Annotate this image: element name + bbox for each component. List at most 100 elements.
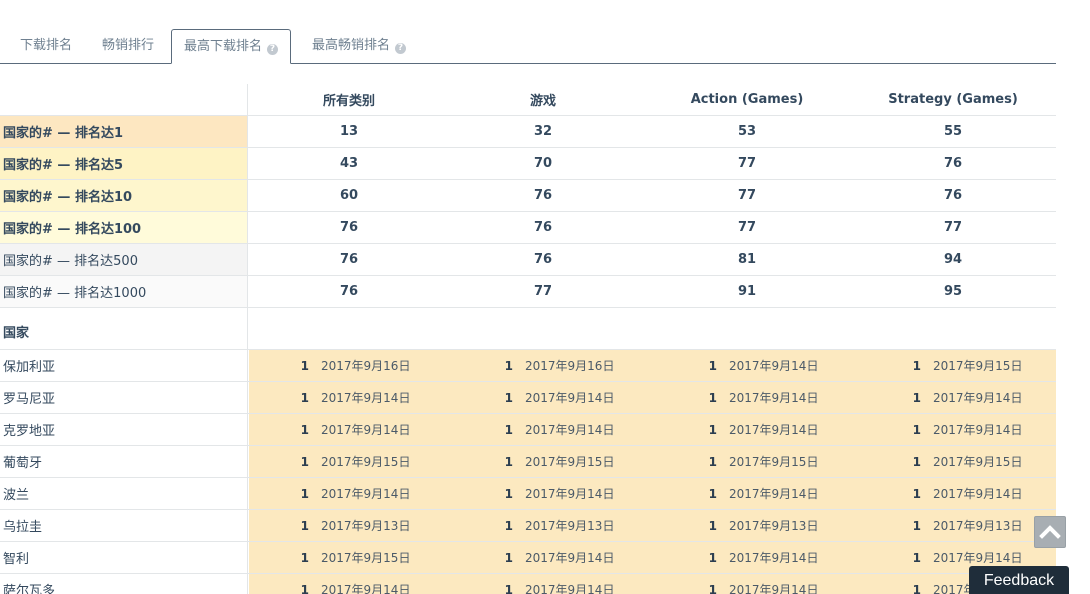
table-row: 智利 1 2017年9月15日 1 2017年9月14日 1 2017年9月14日 1 2017… — [0, 542, 1056, 574]
rank-date: 2017年9月14日 — [525, 487, 615, 501]
help-circle-icon[interactable]: ? — [267, 44, 279, 55]
tab-label: 最高畅销排名 — [312, 38, 391, 53]
rank-date: 2017年9月14日 — [525, 551, 615, 565]
rank-date: 2017年9月15日 — [525, 455, 615, 469]
section-label: 国家 — [0, 308, 248, 349]
summary-value: 76 — [943, 156, 963, 171]
feedback-button[interactable]: Feedback — [969, 566, 1069, 594]
summary-value: 76 — [339, 252, 359, 267]
summary-value: 53 — [737, 124, 757, 139]
rank-cells: 1 2017年9月13日 1 2017年9月13日 1 2017年9月13日 1 2017年9… — [249, 510, 1056, 541]
scroll-to-top-button[interactable] — [1034, 516, 1066, 548]
table-row: 保加利亚 1 2017年9月16日 1 2017年9月16日 1 2017年9月14日 1 20… — [0, 350, 1056, 382]
rank-number: 1 — [708, 486, 717, 501]
tab-downloads-rank[interactable]: 下载排名 — [20, 29, 72, 63]
rank-date: 2017年9月14日 — [321, 487, 411, 501]
rank-cell: 1 2017年9月14日 — [705, 478, 819, 509]
column-header-games[interactable]: 游戏 — [443, 84, 643, 115]
summary-value: 76 — [533, 188, 553, 203]
rank-cell: 1 2017年9月14日 — [705, 382, 819, 413]
rank-number: 1 — [504, 358, 513, 373]
summary-value: 32 — [533, 124, 553, 139]
summary-row-rank-500: 国家的# — 排名达500 76 76 81 94 — [0, 244, 1056, 276]
summary-row-rank-10: 国家的# — 排名达10 60 76 77 76 — [0, 180, 1056, 212]
rank-date: 2017年9月14日 — [729, 487, 819, 501]
rank-number: 1 — [912, 454, 921, 469]
rank-date: 2017年9月13日 — [321, 519, 411, 533]
table-row: 波兰 1 2017年9月14日 1 2017年9月14日 1 2017年9月14日 1 2017… — [0, 478, 1056, 510]
summary-value: 76 — [339, 284, 359, 299]
rank-number: 1 — [504, 486, 513, 501]
rank-cells: 1 2017年9月16日 1 2017年9月16日 1 2017年9月14日 1 2017年9… — [249, 350, 1056, 381]
rank-number: 1 — [504, 582, 513, 594]
rank-date: 2017年9月13日 — [729, 519, 819, 533]
column-header-all-categories[interactable]: 所有类别 — [249, 84, 449, 115]
country-name[interactable]: 波兰 — [0, 478, 248, 509]
country-name[interactable]: 保加利亚 — [0, 350, 248, 381]
rank-date: 2017年9月15日 — [933, 455, 1023, 469]
country-name[interactable]: 罗马尼亚 — [0, 382, 248, 413]
rank-date: 2017年9月14日 — [729, 551, 819, 565]
rank-table: 所有类别 游戏 Action (Games) Strategy (Games) … — [0, 84, 1056, 594]
summary-value: 95 — [943, 284, 963, 299]
rank-cell: 1 2017年9月15日 — [297, 542, 411, 573]
country-rows: 保加利亚 1 2017年9月16日 1 2017年9月16日 1 2017年9月14日 1 20… — [0, 350, 1056, 594]
rank-cell: 1 2017年9月14日 — [705, 574, 819, 594]
summary-value: 43 — [339, 156, 359, 171]
rank-number: 1 — [912, 390, 921, 405]
column-header-strategy-games[interactable]: Strategy (Games) — [853, 84, 1053, 115]
rank-number: 1 — [708, 358, 717, 373]
rank-cell: 1 2017年9月13日 — [501, 510, 615, 541]
rank-date: 2017年9月15日 — [729, 455, 819, 469]
summary-value: 76 — [339, 220, 359, 235]
rank-number: 1 — [300, 518, 309, 533]
tab-label: 下载排名 — [20, 38, 73, 53]
rank-date: 2017年9月14日 — [525, 583, 615, 594]
summary-row-label: 国家的# — 排名达1000 — [0, 276, 248, 307]
help-circle-icon[interactable]: ? — [395, 43, 407, 54]
summary-value: 77 — [533, 284, 553, 299]
rank-cell: 1 2017年9月15日 — [705, 446, 819, 477]
column-header-action-games[interactable]: Action (Games) — [647, 84, 847, 115]
summary-value: 94 — [943, 252, 963, 267]
table-row: 罗马尼亚 1 2017年9月14日 1 2017年9月14日 1 2017年9月14日 1 20… — [0, 382, 1056, 414]
country-name[interactable]: 葡萄牙 — [0, 446, 248, 477]
rank-cells: 12017年9月14日12017年9月14日12017年9月14日12017年9… — [249, 574, 1056, 594]
rank-cell: 1 2017年9月15日 — [909, 446, 1023, 477]
rank-cells: 12017年9月14日12017年9月14日12017年9月14日12017年9… — [249, 382, 1056, 413]
tab-top-download-rank[interactable]: 最高下载排名? — [171, 29, 292, 64]
section-empty — [249, 308, 1056, 349]
rank-cell: 1 2017年9月13日 — [297, 510, 411, 541]
tab-top-grossing-rank[interactable]: 最高畅销排名? — [312, 29, 407, 63]
rank-number: 1 — [504, 454, 513, 469]
rank-number: 1 — [300, 486, 309, 501]
rank-number: 1 — [912, 518, 921, 533]
country-name[interactable]: 乌拉圭 — [0, 510, 248, 541]
rank-date: 2017年9月15日 — [321, 455, 411, 469]
rank-date: 2017年9月14日 — [321, 391, 411, 405]
rank-number: 1 — [912, 582, 921, 594]
rank-date: 2017年9月14日 — [933, 487, 1023, 501]
summary-value: 77 — [737, 188, 757, 203]
summary-row-rank-100: 国家的# — 排名达100 76 76 77 77 — [0, 212, 1056, 244]
rank-cell: 1 2017年9月14日 — [297, 574, 411, 594]
rank-cell: 1 2017年9月14日 — [297, 414, 411, 445]
rank-number: 1 — [300, 550, 309, 565]
rank-number: 1 — [504, 518, 513, 533]
rank-number: 1 — [912, 358, 921, 373]
rank-cells: 1 2017年9月14日 1 2017年9月14日 1 2017年9月14日 1 2017年9… — [249, 478, 1056, 509]
table-row: 萨尔瓦多12017年9月14日12017年9月14日12017年9月14日120… — [0, 574, 1056, 594]
country-name[interactable]: 萨尔瓦多 — [0, 574, 248, 594]
country-name[interactable]: 智利 — [0, 542, 248, 573]
summary-row-rank-1000: 国家的# — 排名达1000 76 77 91 95 — [0, 276, 1056, 308]
summary-row-rank-5: 国家的# — 排名达5 43 70 77 76 — [0, 148, 1056, 180]
chevron-up-icon — [1039, 525, 1061, 539]
tab-grossing-rank[interactable]: 畅销排行 — [102, 29, 154, 63]
country-name[interactable]: 克罗地亚 — [0, 414, 248, 445]
rank-cell: 1 2017年9月14日 — [705, 350, 819, 381]
rank-cell: 1 2017年9月15日 — [501, 446, 615, 477]
rank-number: 1 — [912, 486, 921, 501]
table-header-row: 所有类别 游戏 Action (Games) Strategy (Games) — [0, 84, 1056, 116]
rank-date: 2017年9月14日 — [729, 423, 819, 437]
rank-cell: 1 2017年9月15日 — [297, 446, 411, 477]
